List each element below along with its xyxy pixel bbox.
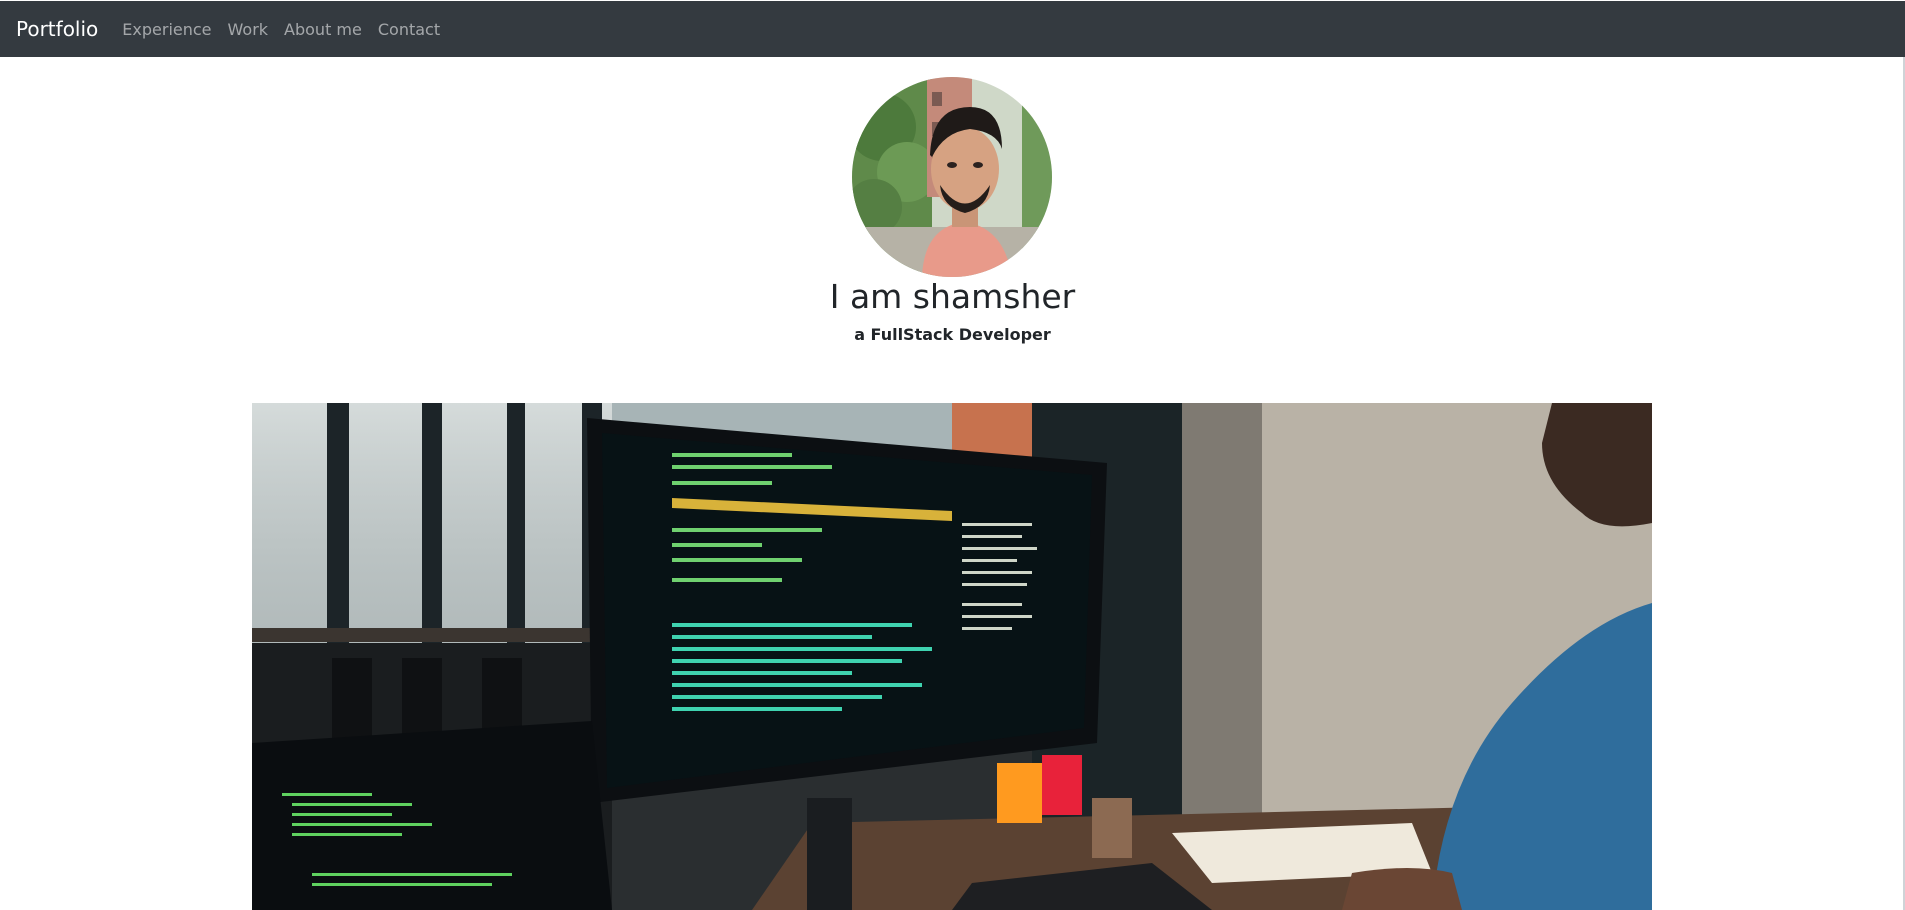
nav-link-about[interactable]: About me — [284, 20, 362, 39]
hero-image — [252, 403, 1652, 910]
nav-links: Experience Work About me Contact — [122, 20, 456, 39]
nav-link-experience[interactable]: Experience — [122, 20, 211, 39]
navbar: Portfolio Experience Work About me Conta… — [0, 1, 1905, 57]
profile-photo-icon — [852, 77, 1052, 277]
profile-heading: I am shamsher — [829, 277, 1076, 316]
brand-link[interactable]: Portfolio — [16, 17, 98, 41]
profile-avatar — [852, 77, 1052, 277]
nav-link-contact[interactable]: Contact — [378, 20, 440, 39]
profile-subheading: a FullStack Developer — [854, 325, 1051, 344]
nav-link-work[interactable]: Work — [228, 20, 269, 39]
developer-workspace-photo-icon — [252, 403, 1652, 910]
